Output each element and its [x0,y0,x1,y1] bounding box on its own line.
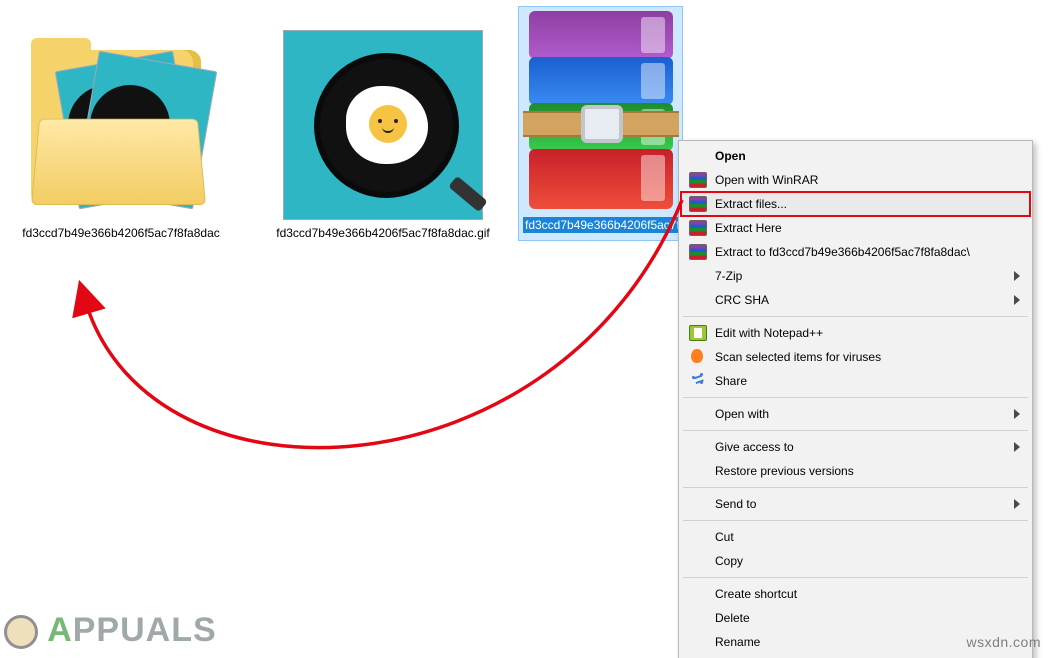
menu-extract-files[interactable]: Extract files... [681,192,1030,216]
menu-separator [683,316,1028,317]
menu-share[interactable]: Share [681,369,1030,393]
menu-create-shortcut[interactable]: Create shortcut [681,582,1030,606]
menu-label: Extract to fd3ccd7b49e366b4206f5ac7f8fa8… [715,245,970,259]
winrar-small-icon [689,172,707,188]
menu-label: Edit with Notepad++ [715,326,823,340]
menu-label: Open with [715,407,769,421]
menu-open[interactable]: Open [681,144,1030,168]
folder-item[interactable]: fd3ccd7b49e366b4206f5ac7f8fa8dac [6,30,236,240]
watermark-logo: APPUALS [4,611,217,650]
menu-extract-to[interactable]: Extract to fd3ccd7b49e366b4206f5ac7f8fa8… [681,240,1030,264]
winrar-small-icon [689,196,707,212]
rar-label: fd3ccd7b49e366b4206f5ac7f8fa8dac [523,217,678,233]
submenu-arrow-icon [1014,409,1020,419]
share-icon [689,373,707,389]
folder-label: fd3ccd7b49e366b4206f5ac7f8fa8dac [6,226,236,240]
menu-cut[interactable]: Cut [681,525,1030,549]
menu-label: Extract Here [715,221,782,235]
menu-separator [683,487,1028,488]
menu-label: Scan selected items for viruses [715,350,881,364]
menu-crc-sha[interactable]: CRC SHA [681,288,1030,312]
watermark-text: PPUALS [73,611,217,649]
submenu-arrow-icon [1014,295,1020,305]
folder-icon [26,30,216,220]
menu-label: Extract files... [715,197,787,211]
winrar-small-icon [689,220,707,236]
antivirus-icon [689,349,707,365]
menu-label: Create shortcut [715,587,797,601]
menu-separator [683,577,1028,578]
menu-separator [683,520,1028,521]
rar-item-selected[interactable]: fd3ccd7b49e366b4206f5ac7f8fa8dac [518,6,683,241]
gif-item[interactable]: fd3ccd7b49e366b4206f5ac7f8fa8dac.gif [268,30,498,240]
menu-label: Restore previous versions [715,464,854,478]
menu-label: Rename [715,635,760,649]
menu-extract-here[interactable]: Extract Here [681,216,1030,240]
menu-delete[interactable]: Delete [681,606,1030,630]
watermark-face-icon [4,615,38,649]
menu-label: CRC SHA [715,293,769,307]
menu-open-label: Open [715,149,746,163]
menu-scan-viruses[interactable]: Scan selected items for viruses [681,345,1030,369]
submenu-arrow-icon [1014,271,1020,281]
menu-label: Share [715,374,747,388]
winrar-small-icon [689,244,707,260]
menu-label: Copy [715,554,743,568]
menu-separator [683,430,1028,431]
menu-separator [683,397,1028,398]
menu-open-with[interactable]: Open with [681,402,1030,426]
watermark-url: wsxdn.com [966,634,1041,650]
gif-label: fd3ccd7b49e366b4206f5ac7f8fa8dac.gif [268,226,498,240]
menu-copy[interactable]: Copy [681,549,1030,573]
notepadpp-icon [689,325,707,341]
image-thumbnail [283,30,483,220]
menu-send-to[interactable]: Send to [681,492,1030,516]
submenu-arrow-icon [1014,442,1020,452]
menu-label: Delete [715,611,750,625]
menu-label: Give access to [715,440,794,454]
menu-label: Cut [715,530,734,544]
winrar-icon [523,11,678,211]
menu-open-with-winrar[interactable]: Open with WinRAR [681,168,1030,192]
menu-restore-previous[interactable]: Restore previous versions [681,459,1030,483]
menu-give-access[interactable]: Give access to [681,435,1030,459]
menu-label: Send to [715,497,756,511]
context-menu: Open Open with WinRAR Extract files... E… [678,140,1033,658]
submenu-arrow-icon [1014,499,1020,509]
menu-label: 7-Zip [715,269,742,283]
menu-edit-notepadpp[interactable]: Edit with Notepad++ [681,321,1030,345]
menu-label: Open with WinRAR [715,173,818,187]
menu-7zip[interactable]: 7-Zip [681,264,1030,288]
